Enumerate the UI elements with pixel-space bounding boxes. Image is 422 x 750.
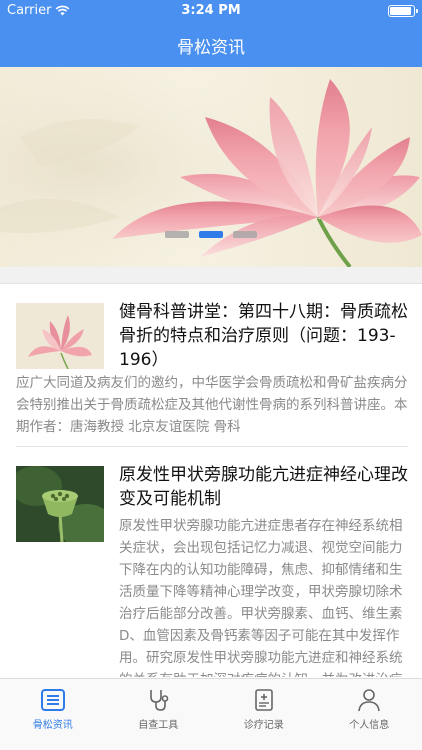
article-summary: 应广大同道及病友们的邀约，中华医学会骨质疏松和骨矿盐疾病分会特别推出关于骨质疏松…	[16, 375, 408, 435]
carousel-dot[interactable]	[233, 231, 257, 238]
tab-label: 个人信息	[349, 720, 390, 731]
person-icon	[358, 689, 381, 712]
tab-bar: 骨松资讯 自查工具 诊疗记录 个人信息	[0, 678, 422, 750]
article-divider	[16, 446, 408, 447]
news-list-icon	[40, 689, 65, 711]
carousel-dot[interactable]	[199, 231, 223, 238]
page-title: 骨松资讯	[177, 38, 245, 58]
article-title: 健骨科普讲堂：第四十八期：骨质疏松骨折的特点和治疗原则（问题：193-196）	[119, 302, 408, 370]
status-time: 3:24 PM	[181, 3, 241, 18]
tab-label: 骨松资讯	[32, 720, 73, 731]
section-spacer	[0, 267, 422, 284]
tab-news[interactable]: 骨松资讯	[0, 679, 106, 750]
lotus-thumbnail-image	[16, 303, 104, 369]
nav-header: Carrier 3:24 PM 骨松资讯	[0, 0, 422, 67]
stethoscope-icon	[150, 690, 169, 711]
medical-record-icon	[254, 689, 273, 711]
battery-level	[390, 7, 411, 15]
tab-records[interactable]: 诊疗记录	[211, 679, 317, 750]
article-title: 原发性甲状旁腺功能亢进症神经心理改变及可能机制	[119, 465, 408, 509]
banner-carousel[interactable]	[0, 67, 422, 267]
article-thumbnail	[16, 466, 104, 542]
lotus-seedpod-thumbnail-image	[16, 466, 104, 542]
battery-icon	[388, 5, 418, 17]
tab-profile[interactable]: 个人信息	[317, 679, 422, 750]
status-bar: Carrier 3:24 PM	[0, 0, 422, 22]
carousel-page-indicator[interactable]	[0, 231, 422, 238]
article-thumbnail	[16, 303, 104, 369]
tab-self-check[interactable]: 自查工具	[106, 679, 212, 750]
tab-label: 自查工具	[138, 720, 179, 731]
article-summary: 原发性甲状旁腺功能亢进症患者存在神经系统相关症状，会出现包括记忆力减退、视觉空间…	[119, 518, 403, 677]
app-root: Carrier 3:24 PM 骨松资讯 健骨科普讲堂：第四十八期：骨质疏松骨折…	[0, 0, 422, 750]
carousel-dot[interactable]	[165, 231, 189, 238]
tab-label: 诊疗记录	[243, 720, 284, 731]
